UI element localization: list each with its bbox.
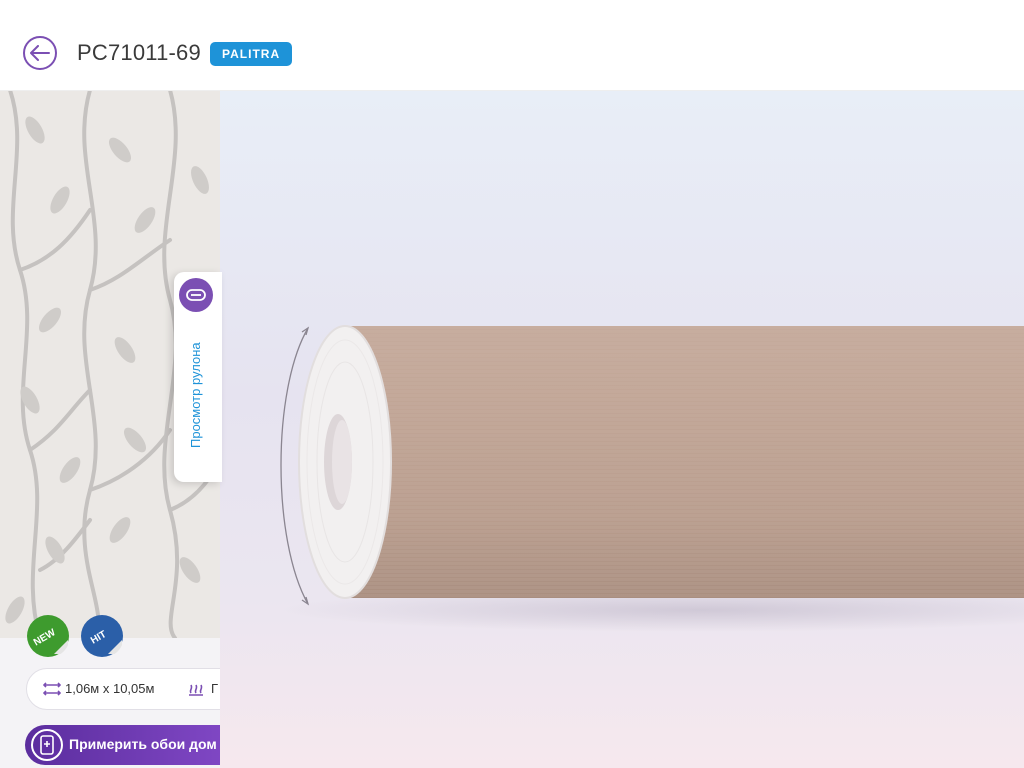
roll-view-label: Просмотр рулона: [188, 342, 203, 448]
product-title: PC71011-69: [77, 40, 201, 65]
heating-icon: [189, 684, 203, 696]
arrow-left-icon: [30, 45, 50, 61]
try-button-label: Примерить обои дом: [69, 736, 217, 752]
roll-preview[interactable]: [220, 90, 1024, 768]
new-badge: NEW: [27, 615, 69, 657]
back-button[interactable]: [23, 36, 57, 70]
type-value: Г: [211, 681, 219, 696]
hit-badge: HIT: [81, 615, 123, 657]
width-arrows-icon: [43, 682, 61, 696]
roll-view-tab[interactable]: Просмотр рулона: [174, 272, 222, 482]
size-value: 1,06м x 10,05м: [65, 681, 155, 696]
wallpaper-roll-image: [280, 325, 1024, 632]
roll-icon: [179, 278, 213, 312]
header-bar: PC71011-69 PALITRA: [0, 0, 1024, 91]
brand-badge[interactable]: PALITRA: [210, 42, 293, 66]
phone-plus-icon: [31, 729, 63, 761]
